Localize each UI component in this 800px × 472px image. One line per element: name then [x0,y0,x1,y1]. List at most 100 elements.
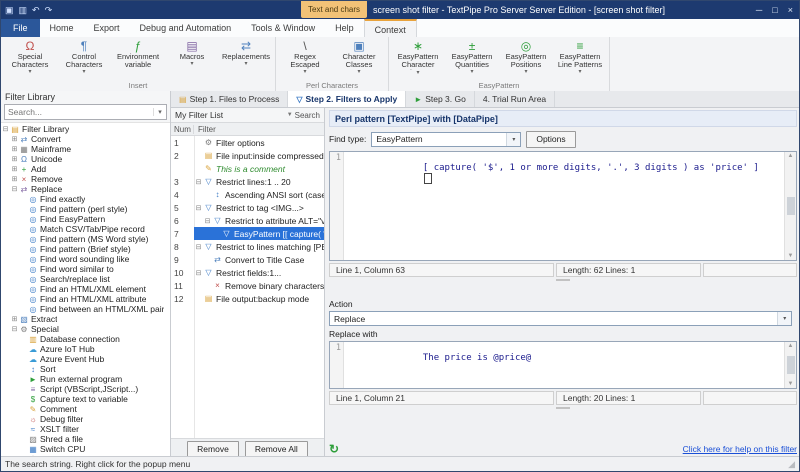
splitter-grip[interactable] [329,405,797,410]
filter-row-4[interactable]: 4 ↕ Ascending ANSI sort (case ins... [171,188,324,201]
library-item-azure-iot-hub[interactable]: ☁ Azure IoT Hub [1,344,170,354]
ribbon-tab-context[interactable]: Context [363,19,417,38]
scroll-up-icon[interactable]: ▲ [788,343,794,349]
resize-grip[interactable]: ◢ [788,459,795,470]
ribbon-button-easypattern-positions[interactable]: ◎ EasyPattern Positions ▾ [499,38,553,77]
chevron-down-icon[interactable]: ▾ [153,108,166,116]
tree-expander-icon[interactable]: ⊟ [10,325,19,333]
filter-row-6[interactable]: 6 ⊟▽ Restrict to attribute ALT="value" [171,214,324,227]
action-select[interactable]: Replace ▾ [329,311,793,326]
filter-row-11[interactable]: 11 × Remove binary characters [171,279,324,292]
filter-help-link[interactable]: Click here for help on this filter [683,444,797,454]
tree-expander-icon[interactable]: ⊟ [194,269,203,277]
library-item-replace[interactable]: ⊟ ⇄ Replace [1,184,170,194]
filter-row-2[interactable]: 2 ▤File input:inside compressed,includ... [171,149,324,162]
filter-row-8[interactable]: 8 ⊟▽ Restrict to lines matching [PERSO... [171,240,324,253]
tree-expander-icon[interactable]: ⊟ [1,125,10,133]
library-item-comment[interactable]: ✎ Comment [1,404,170,414]
library-item-switch-cpu[interactable]: ▦ Switch CPU [1,444,170,454]
tree-expander-icon[interactable]: ⊞ [10,315,19,323]
minimize-button[interactable]: ─ [756,5,762,15]
find-type-select[interactable]: EasyPattern ▾ [371,131,522,147]
tree-expander-icon[interactable]: ⊟ [194,204,203,212]
library-item-find-an-html-xml-attribute[interactable]: ◎ Find an HTML/XML attribute [1,294,170,304]
library-item-find-pattern-perl-style[interactable]: ◎ Find pattern (perl style) [1,204,170,214]
ribbon-button-character-classes[interactable]: ▣ Character Classes ▾ [332,38,386,77]
remove-all-button[interactable]: Remove All [244,440,308,458]
maximize-button[interactable]: □ [772,5,777,15]
filter-row-1[interactable]: 1 ⚙ Filter options [171,136,324,149]
library-item-remove[interactable]: ⊞ × Remove [1,174,170,184]
scrollbar-thumb[interactable] [786,197,795,215]
library-item-mainframe[interactable]: ⊞ ▦ Mainframe [1,144,170,154]
tree-expander-icon[interactable]: ⊟ [203,217,212,225]
ribbon-button-easypattern-quantities[interactable]: ± EasyPattern Quantities ▾ [445,38,499,77]
ribbon-button-easypattern-line-patterns[interactable]: ≡ EasyPattern Line Patterns ▾ [553,38,607,77]
tree-expander-icon[interactable]: ⊞ [10,175,19,183]
ribbon-tab-tools-window[interactable]: Tools & Window [241,19,325,37]
scroll-down-icon[interactable]: ▼ [788,381,794,387]
ribbon-tab-home[interactable]: Home [40,19,84,37]
close-button[interactable]: × [788,5,793,15]
options-button[interactable]: Options [526,130,576,148]
pattern-editor[interactable]: 1 [ capture( '$', 1 or more digits, '.',… [329,151,797,261]
library-item-add[interactable]: ⊞ + Add [1,164,170,174]
ribbon-tab-export[interactable]: Export [84,19,130,37]
filter-row-10[interactable]: 10 ⊟ ▽ Restrict fields:1... [171,266,324,279]
scroll-up-icon[interactable]: ▲ [788,153,794,159]
ribbon-button-replacements[interactable]: ⇄ Replacements ▾ [219,38,273,69]
library-item-find-easypattern[interactable]: ◎ Find EasyPattern [1,214,170,224]
tree-expander-icon[interactable]: ⊞ [10,145,19,153]
library-item-script-vbscript-jscript[interactable]: ≡ Script (VBScript,JScript...) [1,384,170,394]
filter-row-3[interactable]: 3 ⊟ ▽ Restrict lines:1 .. 20 [171,175,324,188]
filter-list-search-toggle[interactable]: ▼ Search [287,111,320,120]
ribbon-button-regex-escaped[interactable]: \ Regex Escaped ▾ [278,38,332,77]
tree-expander-icon[interactable]: ⊞ [10,135,19,143]
step-tab-step-1-files-to-process[interactable]: ▤ Step 1. Files to Process [171,91,289,107]
remove-button[interactable]: Remove [187,440,239,458]
app-icon[interactable]: ▣ [5,5,14,16]
tree-expander-icon[interactable]: ⊟ [194,243,203,251]
library-item-search-replace-list[interactable]: ◎ Search/replace list [1,274,170,284]
filter-row-9[interactable]: 9 ⇄ Convert to Title Case [171,253,324,266]
ribbon-button-control-characters[interactable]: ¶ Control Characters ▾ [57,38,111,77]
undo-icon[interactable]: ↶ [32,5,40,16]
vertical-scrollbar[interactable]: ▲ ▼ [784,152,796,260]
scroll-down-icon[interactable]: ▼ [788,253,794,259]
library-item-shred-a-file[interactable]: ▨ Shred a file [1,434,170,444]
ribbon-button-environment-variable[interactable]: ƒ Environment variable [111,38,165,70]
filter-row-5[interactable]: 5 ⊟ ▽ Restrict to tag <IMG...> [171,201,324,214]
library-item-find-an-html-xml-element[interactable]: ◎ Find an HTML/XML element [1,284,170,294]
save-icon[interactable]: ▥ [19,5,28,16]
library-item-match-csv-tab-pipe-record[interactable]: ◎ Match CSV/Tab/Pipe record [1,224,170,234]
library-search-input[interactable] [5,107,153,117]
tree-expander-icon[interactable]: ⊞ [10,155,19,163]
filter-row-7[interactable]: 7 ▽ EasyPattern [[ capture( '$... [171,227,324,240]
library-item-filter-library[interactable]: ⊟ ▤ Filter Library [1,124,170,134]
filter-row-12[interactable]: 12 ▤ File output:backup mode [171,292,324,305]
step-tab-4-trial-run-area[interactable]: 4. Trial Run Area [475,91,556,107]
ribbon-tab-debug-and-automation[interactable]: Debug and Automation [130,19,242,37]
library-item-run-external-program[interactable]: ► Run external program [1,374,170,384]
scrollbar-thumb[interactable] [786,356,795,374]
library-item-special[interactable]: ⊟ ⚙ Special [1,324,170,334]
ribbon-button-special-characters[interactable]: Ω Special Characters ▾ [3,38,57,77]
library-item-find-pattern-brief-style[interactable]: ◎ Find pattern (Brief style) [1,244,170,254]
library-item-sort[interactable]: ↕ Sort [1,364,170,374]
library-item-find-exactly[interactable]: ◎ Find exactly [1,194,170,204]
replace-editor[interactable]: 1 The price is @price@ ▲ ▼ [329,341,797,389]
filter-row-comment[interactable]: ✎ This is a comment [171,162,324,175]
tree-expander-icon[interactable]: ⊞ [10,165,19,173]
library-item-find-between-an-html-xml-pair[interactable]: ◎ Find between an HTML/XML pair [1,304,170,314]
ribbon-tab-help[interactable]: Help [325,19,364,37]
library-item-database-connection[interactable]: ▥ Database connection [1,334,170,344]
library-item-azure-event-hub[interactable]: ☁ Azure Event Hub [1,354,170,364]
library-item-find-word-similar-to[interactable]: ◎ Find word similar to [1,264,170,274]
ribbon-button-easypattern-character-classes[interactable]: ∗EasyPattern Character Classes▾ [391,38,445,78]
library-item-capture-text-to-variable[interactable]: $ Capture text to variable [1,394,170,404]
library-item-unicode[interactable]: ⊞ Ω Unicode [1,154,170,164]
library-item-find-word-sounding-like[interactable]: ◎ Find word sounding like [1,254,170,264]
library-item-debug-filter[interactable]: ☼ Debug filter [1,414,170,424]
library-item-xslt-filter[interactable]: ≈ XSLT filter [1,424,170,434]
step-tab-step-3-go[interactable]: ► Step 3. Go [406,91,475,107]
